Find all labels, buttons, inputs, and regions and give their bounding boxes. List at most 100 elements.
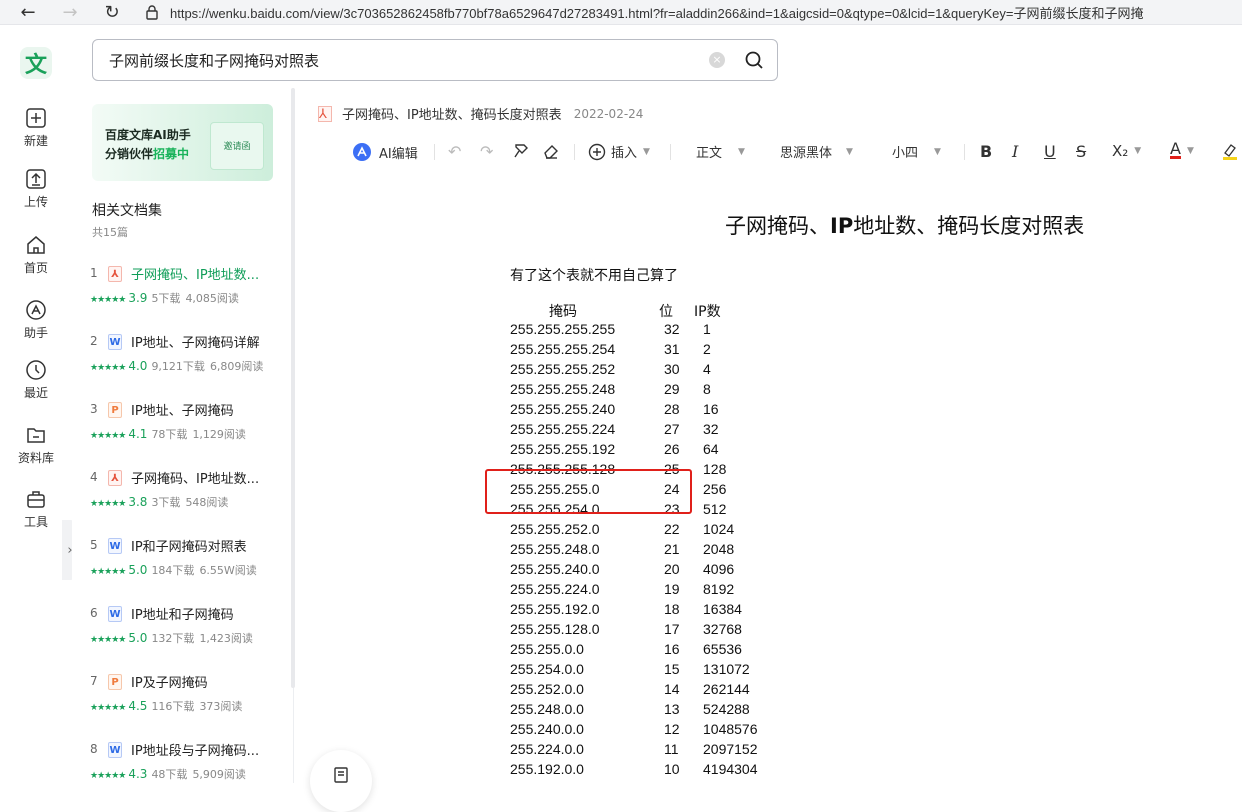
caret-down-icon: ▼ [934,146,941,157]
caret-down-icon: ▼ [1134,146,1142,156]
header-ips: IP数 [694,304,721,320]
undo-icon[interactable]: ↶ [448,142,461,161]
table-row: 255.255.255.192 26 64 [0,441,1242,461]
ips-cell: 64 [703,441,719,457]
bits-cell: 12 [664,721,680,737]
mask-cell: 255.224.0.0 [510,741,584,757]
font-color-button[interactable]: A ▼ [1170,141,1194,159]
ai-edit-button[interactable]: AI编辑 [352,142,418,162]
forward-arrow-icon[interactable]: → [60,2,80,23]
bold-button[interactable]: B [980,142,992,161]
pdf-file-icon: ⅄ [318,105,332,122]
ai-assistant-banner[interactable]: 百度文库AI助手 分销伙伴招募中 邀请函 [92,104,273,181]
ips-cell: 4 [703,361,711,377]
table-row: 255.255.248.0 21 2048 [0,541,1242,561]
bits-cell: 27 [664,421,680,437]
bits-cell: 10 [664,761,680,777]
eraser-icon[interactable] [542,142,560,160]
clear-search-icon[interactable]: × [709,52,725,68]
ips-cell: 128 [703,461,727,477]
bits-cell: 20 [664,561,680,577]
strikethrough-button[interactable]: S [1076,142,1086,161]
insert-button[interactable]: 插入 ▼ [588,142,650,161]
doc-title[interactable]: 子网掩码、IP地址数... [131,264,259,283]
ips-cell: 2097152 [703,741,758,757]
upload-icon [26,169,46,189]
search-input[interactable]: 子网前缀长度和子网掩码对照表 × [92,39,778,81]
ips-cell: 1024 [703,521,735,537]
font-family-select[interactable]: 思源黑体 ▼ [780,142,853,161]
nav-new[interactable]: 新建 [0,107,72,149]
ips-cell: 1 [703,321,711,337]
mask-cell: 255.240.0.0 [510,721,584,737]
search-icon[interactable] [743,49,765,71]
document-header: ⅄ 子网掩码、IP地址数、掩码长度对照表 2022-02-24 [318,104,643,123]
ips-cell: 8 [703,381,711,397]
table-row: 255.248.0.0 13 524288 [0,701,1242,721]
table-row: 255.255.240.0 20 4096 [0,561,1242,581]
browser-toolbar: ← → ↻ https://wenku.baidu.com/view/3c703… [0,0,1242,25]
insert-label: 插入 [611,146,638,161]
font-size-select[interactable]: 小四 ▼ [892,142,941,161]
home-icon [27,236,45,254]
bits-cell: 16 [664,641,680,657]
table-row: 255.255.255.248 29 8 [0,381,1242,401]
banner-line1: 百度文库AI助手 [105,128,191,142]
ips-cell: 32768 [703,621,742,637]
ips-cell: 32 [703,421,719,437]
ips-cell: 512 [703,501,727,517]
ips-cell: 1048576 [703,721,758,737]
nav-upload[interactable]: 上传 [0,168,72,210]
document-icon [334,767,348,783]
floating-doc-button[interactable] [310,750,372,812]
rating-stars-icon: ★★★★★ [90,295,126,305]
ips-cell: 131072 [703,661,750,677]
bits-cell: 28 [664,401,680,417]
mask-cell: 255.255.255.224 [510,421,616,437]
bits-cell: 31 [664,341,680,357]
subscript-label: X₂ [1112,142,1129,160]
paragraph-style-select[interactable]: 正文 ▼ [696,142,745,161]
address-bar[interactable]: https://wenku.baidu.com/view/3c703652862… [170,3,1143,22]
table-row: 255.255.255.240 28 16 [0,401,1242,421]
bits-cell: 29 [664,381,680,397]
reload-icon[interactable]: ↻ [102,2,122,23]
invitation-card: 邀请函 [210,122,264,170]
bits-cell: 11 [664,741,679,757]
bits-cell: 14 [664,681,680,697]
back-arrow-icon[interactable]: ← [18,2,38,23]
ips-cell: 524288 [703,701,750,717]
table-row: 255.255.128.0 17 32768 [0,621,1242,641]
mask-cell: 255.252.0.0 [510,681,584,697]
subscript-button[interactable]: X₂ ▼ [1112,142,1141,160]
ips-cell: 2048 [703,541,735,557]
underline-button[interactable]: U [1044,142,1056,161]
redo-icon[interactable]: ↷ [480,142,493,161]
ai-edit-label: AI编辑 [379,146,418,162]
editor-toolbar: AI编辑 ↶ ↷ 插入 ▼ 正文 ▼ 思源黑体 ▼ 小四 ▼ B I U S X… [352,140,1242,164]
assistant-icon [26,300,46,320]
bits-cell: 18 [664,601,680,617]
ips-cell: 16384 [703,601,742,617]
italic-button[interactable]: I [1012,142,1018,161]
nav-home[interactable]: 首页 [0,234,72,276]
bits-cell: 21 [664,541,680,557]
caret-down-icon: ▼ [643,146,650,157]
mask-cell: 255.255.224.0 [510,581,600,597]
mask-cell: 255.192.0.0 [510,761,584,777]
banner-line2: 分销伙伴招募中 [105,147,190,161]
format-painter-icon[interactable] [512,142,530,160]
mask-cell: 255.255.0.0 [510,641,584,657]
table-row: 255.255.255.224 27 32 [0,421,1242,441]
table-row: 255.255.255.255 32 1 [0,321,1242,341]
bits-cell: 32 [664,321,680,337]
wenku-logo[interactable]: 文 [20,47,52,79]
bits-cell: 17 [664,621,680,637]
highlight-color-icon[interactable] [1222,142,1238,160]
mask-cell: 255.255.128.0 [510,621,600,637]
lock-icon[interactable] [142,2,162,22]
intro-text: 有了这个表就不用自己算了 [510,268,678,284]
bits-cell: 15 [664,661,680,677]
document-name: 子网掩码、IP地址数、掩码长度对照表 [342,108,562,123]
caret-down-icon: ▼ [846,146,853,157]
